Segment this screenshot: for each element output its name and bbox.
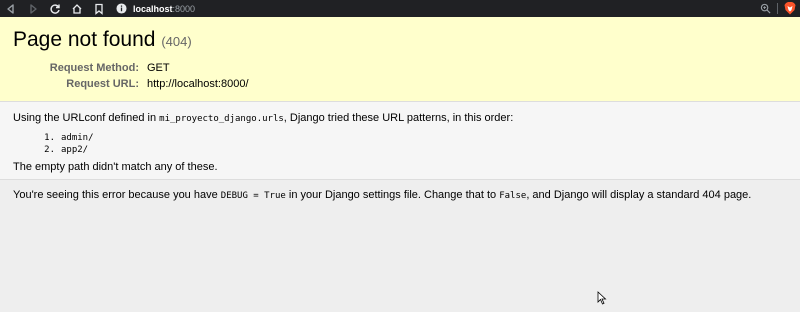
info-icon[interactable] [116,3,127,14]
zoom-icon[interactable] [760,3,771,14]
urlconf-intro: Using the URLconf defined in mi_proyecto… [13,111,787,127]
intro-before: Using the URLconf defined in [13,112,160,124]
request-method-value: GET [147,62,170,74]
request-meta-table: Request Method: GET Request URL: http://… [13,61,787,92]
explanation-section: You're seeing this error because you hav… [0,180,800,212]
status-code: (404) [161,34,192,49]
list-item: 2. app2/ [41,144,787,156]
brave-icon[interactable] [784,2,796,15]
explanation-part3: , and Django will display a standard 404… [526,189,752,201]
bookmark-icon[interactable] [92,2,106,16]
reload-icon[interactable] [48,2,62,16]
list-item: 1. admin/ [41,132,787,144]
pattern-text: app2/ [61,145,89,155]
mouse-cursor-icon [597,291,607,305]
browser-toolbar: localhost:8000 [0,0,800,17]
debug-explanation: You're seeing this error because you hav… [13,188,787,204]
toolbar-divider [777,3,778,14]
pattern-number: 2. [44,145,55,155]
forward-icon[interactable] [26,2,40,16]
intro-after: , Django tried these URL patterns, in th… [283,112,514,124]
explanation-part2: in your Django settings file. Change tha… [285,189,500,201]
page-title-text: Page not found [13,28,156,51]
no-match-message: The empty path didn't match any of these… [13,161,218,173]
urlconf-name: mi_proyecto_django.urls [159,114,284,124]
url-host: localhost [133,3,173,14]
page-title: Page not found (404) [13,27,787,55]
address-bar[interactable]: localhost:8000 [116,1,760,16]
url-patterns-list: 1. admin/ 2. app2/ [41,132,787,156]
home-icon[interactable] [70,2,84,16]
url-port: :8000 [172,3,196,14]
request-url-value: http://localhost:8000/ [147,78,249,90]
debug-code: DEBUG = True [220,191,286,201]
summary-section: Page not found (404) Request Method: GET… [0,17,800,102]
pattern-number: 1. [44,133,55,143]
request-method-label: Request Method: [49,62,139,74]
request-url-label: Request URL: [66,78,139,90]
false-code: False [499,191,527,201]
pattern-text: admin/ [61,133,94,143]
back-icon[interactable] [4,2,18,16]
explanation-part1: You're seeing this error because you hav… [13,189,221,201]
info-section: Using the URLconf defined in mi_proyecto… [0,102,800,180]
